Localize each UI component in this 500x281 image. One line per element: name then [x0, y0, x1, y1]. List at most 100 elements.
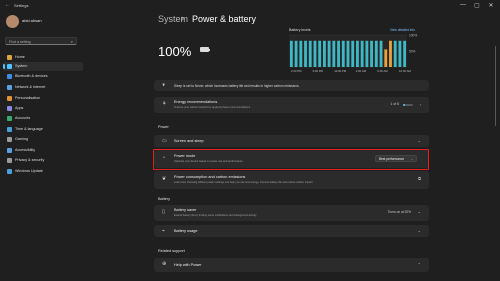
sidebar-item-label: Home: [15, 55, 25, 60]
sidebar-item-label: Gaming: [15, 137, 28, 142]
sidebar-item-home[interactable]: Home: [3, 53, 83, 62]
search-placeholder: Find a setting: [9, 39, 31, 44]
chart-bar[interactable]: [360, 40, 364, 67]
chevron-down-icon[interactable]: ⌄: [418, 138, 421, 143]
chevron-up-icon[interactable]: ⌃: [418, 262, 421, 267]
chart-bar[interactable]: [398, 40, 402, 67]
scrollbar[interactable]: [494, 16, 497, 276]
chart-bar[interactable]: [389, 40, 392, 67]
back-arrow-icon[interactable]: ←: [5, 2, 10, 8]
chart-bar[interactable]: [374, 40, 378, 67]
energy-icon: ⚘: [162, 101, 167, 107]
chart-bar[interactable]: [289, 40, 293, 67]
chart-bar[interactable]: [356, 40, 359, 67]
battery-saver-card[interactable]: ▯ Battery saver Extend battery life by l…: [154, 205, 429, 221]
sidebar-item-personalisation[interactable]: Personalisation: [3, 94, 83, 103]
chart-bar[interactable]: [403, 40, 407, 67]
account-icon: [7, 116, 12, 121]
chart-bar[interactable]: [294, 40, 298, 67]
close-icon[interactable]: ✕: [486, 2, 496, 9]
chevron-down-icon[interactable]: ⌄: [418, 228, 421, 233]
chart-bar[interactable]: [393, 40, 397, 67]
chart-bar[interactable]: [379, 40, 383, 67]
apps-icon: [7, 106, 12, 111]
sidebar-item-label: Windows Update: [15, 169, 43, 174]
battery-usage-icon: ⌁: [162, 227, 166, 234]
chevron-right-icon[interactable]: ›: [420, 102, 421, 107]
help-with-power-card[interactable]: ⊕ Help with Power ⌃: [154, 258, 429, 272]
power-consumption-card[interactable]: ❦ Power consumption and carbon emissions…: [154, 171, 429, 189]
chart-bar[interactable]: [384, 49, 388, 67]
chart-bar[interactable]: [370, 40, 374, 67]
bluetooth-icon: [7, 74, 12, 79]
sidebar-item-network-internet[interactable]: Network & internet: [3, 83, 83, 92]
user-name: abid ahsan: [22, 18, 42, 23]
chart-bar[interactable]: [322, 40, 326, 67]
chart-bar[interactable]: [337, 40, 340, 67]
sleep-notice-card: ❦ Sleep is set to Never, which increases…: [154, 80, 429, 91]
chart-bar[interactable]: [365, 40, 369, 67]
sidebar-item-label: Privacy & security: [15, 158, 45, 163]
title-bar: ← Settings — ▢ ✕: [0, 0, 500, 14]
chart-bar[interactable]: [327, 40, 331, 67]
brush-icon: [7, 96, 12, 101]
view-detailed-info-link[interactable]: View detailed info: [390, 28, 415, 32]
leaf-icon: ❦: [162, 82, 166, 87]
battery-saver-subtitle: Extend battery life by limiting some not…: [174, 214, 257, 217]
sidebar-item-label: Time & language: [15, 127, 43, 132]
update-icon: [7, 169, 12, 174]
search-input[interactable]: Find a setting ⌕: [5, 37, 77, 45]
battery-levels-chart: 100% 50% 2:00 PM 6:00 PM 10:00 PM 2:00 AM 6:00…: [289, 34, 417, 73]
energy-recommendations-card[interactable]: ⚘ Energy recommendations Improve your ca…: [154, 97, 429, 113]
maximize-icon[interactable]: ▢: [472, 2, 482, 9]
chart-xtick-label: 2:00 PM: [291, 69, 302, 73]
battery-usage-title: Battery usage: [174, 229, 198, 233]
sidebar-item-system[interactable]: System: [3, 62, 83, 71]
chart-xtick-label: 10:00 PM: [334, 69, 347, 73]
chart-bar[interactable]: [351, 40, 355, 67]
home-icon: [7, 55, 12, 60]
sidebar-item-accessibility[interactable]: Accessibility: [3, 146, 83, 155]
sidebar-item-label: Accessibility: [15, 148, 36, 153]
gaming-icon: [7, 137, 12, 142]
globe-icon: ⊕: [162, 261, 167, 267]
consumption-subtitle: Learn how choosing efficient power setti…: [174, 181, 313, 184]
screen-and-sleep-card[interactable]: ▭ Screen and sleep ⌄: [154, 135, 429, 147]
chart-bar[interactable]: [341, 40, 345, 67]
chart-bar[interactable]: [304, 40, 307, 67]
sidebar-item-time-language[interactable]: Time & language: [3, 125, 83, 134]
power-section-heading: Power: [158, 125, 169, 129]
sidebar-item-windows-update[interactable]: Windows Update: [3, 167, 83, 176]
avatar[interactable]: [6, 15, 19, 28]
battery-icon: [200, 47, 209, 52]
page-title: Power & battery: [192, 14, 257, 24]
energy-status: 1 of 6: [390, 102, 399, 106]
chart-bar[interactable]: [318, 40, 322, 67]
minimize-icon[interactable]: —: [458, 2, 468, 8]
chart-ytick-label: 50%: [409, 50, 416, 54]
chart-bar[interactable]: [299, 40, 303, 67]
chart-xtick-label: 10:00 AM: [399, 69, 411, 73]
screen-icon: ▭: [162, 137, 167, 144]
chevron-down-icon[interactable]: ⌄: [418, 209, 421, 214]
screen-sleep-title: Screen and sleep: [174, 139, 204, 143]
sidebar-item-apps[interactable]: Apps: [3, 104, 83, 113]
sidebar-item-label: Personalisation: [15, 96, 41, 101]
open-external-icon[interactable]: ⧉: [418, 176, 421, 181]
sidebar-item-privacy-security[interactable]: Privacy & security: [3, 156, 83, 165]
battery-usage-card[interactable]: ⌁ Battery usage ⌄: [154, 225, 429, 237]
sidebar-item-accounts[interactable]: Accounts: [3, 114, 83, 123]
chart-bar[interactable]: [313, 40, 317, 67]
sidebar-item-label: System: [15, 64, 28, 69]
chart-bar[interactable]: [332, 40, 336, 67]
sidebar-item-gaming[interactable]: Gaming: [3, 135, 83, 144]
sidebar-item-bluetooth-devices[interactable]: Bluetooth & devices: [3, 72, 83, 81]
sidebar-item-label: Apps: [15, 106, 24, 111]
breadcrumb-separator: ›: [181, 13, 184, 23]
search-icon[interactable]: ⌕: [71, 39, 73, 44]
clock-icon: [7, 127, 12, 132]
chart-bar[interactable]: [346, 40, 350, 67]
chart-bar[interactable]: [308, 40, 312, 67]
shield-icon: [7, 158, 12, 163]
system-icon: [7, 64, 12, 69]
